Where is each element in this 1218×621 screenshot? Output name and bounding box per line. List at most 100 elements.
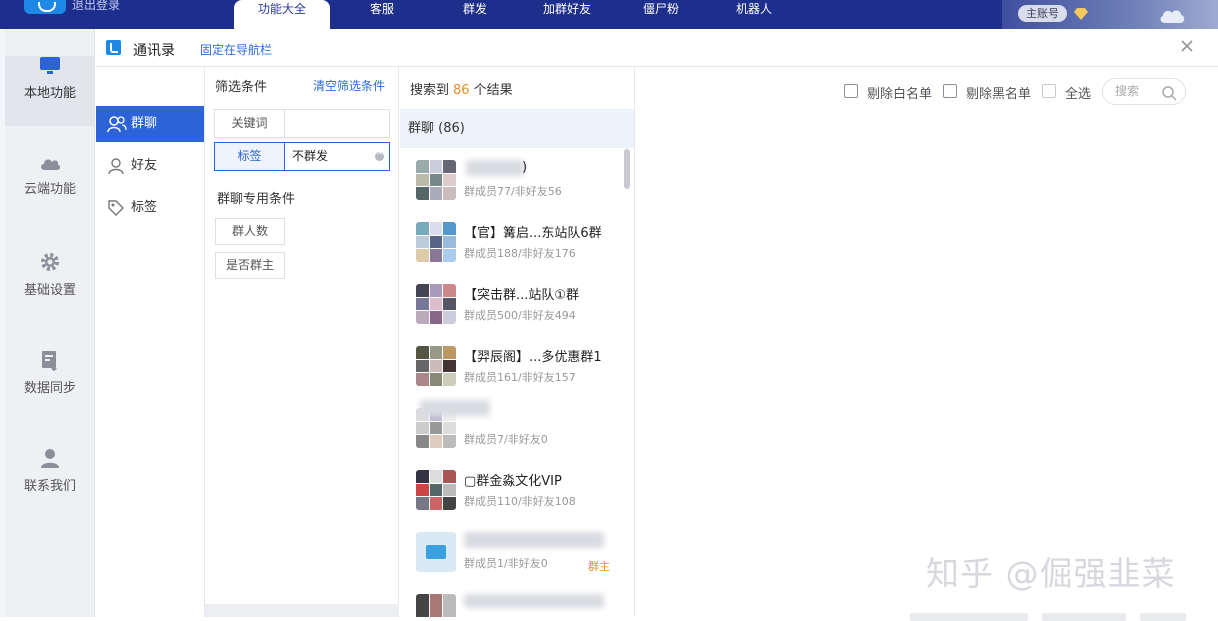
group-avatar	[416, 160, 456, 200]
tab-broadcast[interactable]: 群发	[442, 2, 508, 29]
item-stats: 群成员1/非好友0	[464, 557, 548, 570]
item-stats: 群成员161/非好友157	[464, 371, 576, 384]
tab-robot[interactable]: 机器人	[721, 2, 787, 29]
logout-link[interactable]: 退出登录	[72, 0, 120, 13]
address-book-titlebar: 通讯录 固定在导航栏	[96, 29, 1218, 67]
redacted-name	[466, 160, 524, 176]
group-chat-header[interactable]: 群聊 (86)	[400, 109, 634, 148]
group-avatar	[416, 532, 456, 572]
bottom-button[interactable]	[1140, 613, 1186, 621]
group-size-button[interactable]: 群人数	[215, 218, 285, 245]
list-item[interactable]: 【羿辰阁】...多优惠群1 群成员161/非好友157	[400, 334, 626, 396]
bottom-button[interactable]	[1042, 613, 1126, 621]
results-suffix: 个结果	[473, 83, 513, 98]
list-item[interactable]: ) 群成员77/非好友56	[400, 148, 626, 210]
pin-to-nav-link[interactable]: 固定在导航栏	[200, 41, 272, 58]
nav-basic-settings[interactable]: 基础设置	[5, 251, 95, 321]
filter-panel: 筛选条件 清空筛选条件 关键词 标签 不群发 群聊专用条件 群人数 是否群主	[205, 67, 399, 617]
nav-contact-us[interactable]: 联系我们	[5, 447, 95, 517]
remove-whitelist-label: 剔除白名单	[867, 87, 933, 102]
category-group-chat[interactable]: 群聊	[96, 106, 204, 142]
list-item[interactable]: 【突击群...站队①群 群成员500/非好友494	[400, 272, 626, 334]
keyword-filter[interactable]: 关键词	[214, 109, 390, 138]
group-avatar	[416, 222, 456, 262]
nav-label: 本地功能	[23, 86, 76, 101]
cloud-icon[interactable]	[1158, 6, 1186, 24]
select-all-checkbox[interactable]	[1042, 84, 1056, 98]
address-book-icon	[106, 40, 121, 55]
remove-blacklist-label: 剔除黑名单	[966, 87, 1032, 102]
group-avatar	[416, 346, 456, 386]
group-avatar	[416, 594, 456, 617]
group-conditions-title: 群聊专用条件	[217, 192, 296, 207]
group-avatar	[416, 470, 456, 510]
tab-zombie-fans[interactable]: 僵尸粉	[628, 2, 694, 29]
search-box[interactable]	[1102, 78, 1186, 105]
tab-add-friends[interactable]: 加群好友	[534, 2, 600, 29]
results-count: 86	[453, 83, 470, 98]
select-all-label: 全选	[1065, 87, 1092, 102]
monitor-icon	[40, 57, 60, 74]
tag-label: 标签	[215, 143, 285, 170]
tab-customer-service[interactable]: 客服	[349, 2, 415, 29]
item-name: 【羿辰阁】...多优惠群1	[464, 350, 602, 365]
search-icon[interactable]	[1161, 85, 1177, 101]
item-stats: 群成员188/非好友176	[464, 247, 576, 260]
item-stats: 群成员77/非好友56	[464, 185, 562, 198]
nav-label: 云端功能	[23, 182, 76, 197]
item-stats: 群成员500/非好友494	[464, 309, 576, 322]
nav-data-sync[interactable]: 数据同步	[5, 349, 95, 419]
redacted-name	[464, 532, 604, 548]
item-stats: 群成员110/非好友108	[464, 495, 576, 508]
page-title: 通讯录	[133, 43, 175, 59]
horizontal-scrollbar[interactable]	[205, 604, 399, 617]
diamond-icon	[1074, 8, 1088, 20]
nav-label: 联系我们	[23, 479, 76, 494]
is-owner-button[interactable]: 是否群主	[215, 252, 285, 279]
redacted-name	[420, 400, 490, 416]
list-item[interactable]: 群成员1/非好友0 群主	[400, 520, 626, 582]
category-label: 群聊	[131, 116, 158, 131]
close-icon[interactable]	[1178, 37, 1196, 55]
category-list: 群聊 好友 标签	[96, 67, 205, 617]
item-name: 【突击群...站队①群	[464, 288, 580, 303]
top-bar: 退出登录 功能大全 客服 群发 加群好友 僵尸粉 机器人 主账号	[0, 0, 1218, 29]
search-input[interactable]	[1115, 84, 1161, 98]
item-name: ▢群金淼文化VIP	[464, 474, 562, 489]
nav-local-features[interactable]: 本地功能	[5, 56, 95, 126]
tag-filter[interactable]: 标签 不群发	[214, 142, 390, 171]
logo-icon	[24, 0, 66, 14]
results-prefix: 搜索到	[410, 83, 450, 98]
cloud-icon	[41, 159, 61, 170]
clear-tag-icon[interactable]	[375, 148, 384, 161]
results-summary: 搜索到 86 个结果	[410, 79, 513, 98]
list-item[interactable]: ▢群金淼文化VIP 群成员110/非好友108	[400, 458, 626, 520]
account-badge[interactable]: 主账号	[1018, 5, 1067, 22]
nav-cloud-features[interactable]: 云端功能	[5, 156, 95, 226]
bottom-button[interactable]	[910, 613, 1028, 621]
group-avatar	[416, 284, 456, 324]
left-nav: 本地功能 云端功能 基础设置 数据同步 联系我们	[5, 29, 95, 617]
tag-value[interactable]: 不群发	[292, 143, 328, 170]
nav-label: 基础设置	[23, 283, 76, 298]
sync-icon	[42, 351, 57, 371]
category-friends[interactable]: 好友	[96, 148, 204, 184]
list-item[interactable]: 群成员7/非好友0	[400, 396, 626, 458]
owner-badge: 群主	[588, 560, 610, 573]
group-icon	[107, 116, 127, 133]
category-label: 好友	[131, 158, 158, 173]
list-item[interactable]	[400, 582, 626, 617]
clear-filters-link[interactable]: 清空筛选条件	[313, 77, 385, 94]
watermark: 知乎 @倔强韭菜	[926, 554, 1176, 593]
list-item[interactable]: 【官】篝启...东站队6群 群成员188/非好友176	[400, 210, 626, 272]
category-tags[interactable]: 标签	[96, 190, 204, 226]
results-panel: 搜索到 86 个结果 群聊 (86) ) 群成员77/非好友56 【官】篝启...东…	[400, 67, 635, 617]
remove-blacklist-checkbox[interactable]	[943, 84, 957, 98]
item-stats: 群成员7/非好友0	[464, 433, 548, 446]
item-name: 【官】篝启...东站队6群	[464, 226, 602, 241]
remove-whitelist-checkbox[interactable]	[844, 84, 858, 98]
category-label: 标签	[131, 200, 158, 215]
filter-title: 筛选条件	[215, 80, 268, 95]
tab-features[interactable]: 功能大全	[234, 0, 330, 29]
tag-icon	[108, 200, 124, 216]
